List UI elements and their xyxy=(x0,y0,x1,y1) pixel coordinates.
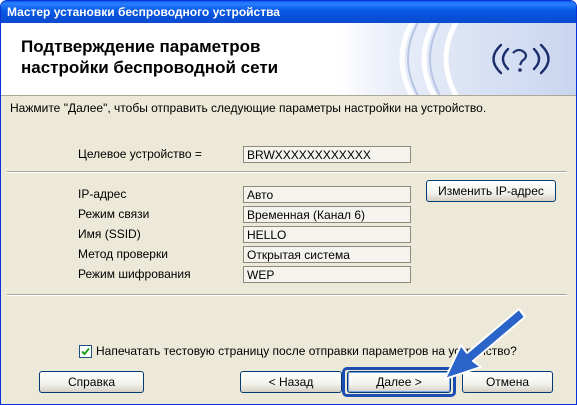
ssid-value: HELLO xyxy=(243,226,411,243)
separator-top xyxy=(7,171,567,173)
target-device-label: Целевое устройство = xyxy=(78,147,202,161)
check-icon xyxy=(81,347,90,356)
page-title: Подтверждение параметров настройки беспр… xyxy=(21,36,351,78)
back-button[interactable]: < Назад xyxy=(240,371,342,393)
ssid-label: Имя (SSID) xyxy=(78,227,141,241)
wireless-banner-icon xyxy=(336,23,576,95)
ip-address-value: Авто xyxy=(243,186,411,203)
header-panel: Подтверждение параметров настройки беспр… xyxy=(1,23,576,96)
target-device-value: BRWXXXXXXXXXXXX xyxy=(243,146,411,163)
instruction-text: Нажмите "Далее", чтобы отправить следующ… xyxy=(10,101,487,115)
pointer-arrow-icon xyxy=(444,308,526,380)
change-ip-button[interactable]: Изменить IP-адрес xyxy=(426,180,556,202)
print-test-page-checkbox[interactable] xyxy=(79,345,92,358)
page-title-line1: Подтверждение параметров xyxy=(21,37,261,56)
window-title: Мастер установки беспроводного устройств… xyxy=(1,1,576,23)
auth-method-value: Открытая система xyxy=(243,246,411,263)
help-button[interactable]: Справка xyxy=(39,371,144,393)
comm-mode-value: Временная (Канал 6) xyxy=(243,206,411,223)
encryption-mode-label: Режим шифрования xyxy=(78,267,191,281)
encryption-mode-value: WEP xyxy=(243,266,411,283)
ip-address-label: IP-адрес xyxy=(78,187,127,201)
wizard-window: Мастер установки беспроводного устройств… xyxy=(0,0,577,405)
content-panel: Нажмите "Далее", чтобы отправить следующ… xyxy=(1,96,576,404)
page-title-line2: настройки беспроводной сети xyxy=(21,58,279,77)
separator-bottom xyxy=(7,294,567,296)
comm-mode-label: Режим связи xyxy=(78,207,150,221)
auth-method-label: Метод проверки xyxy=(78,247,168,261)
